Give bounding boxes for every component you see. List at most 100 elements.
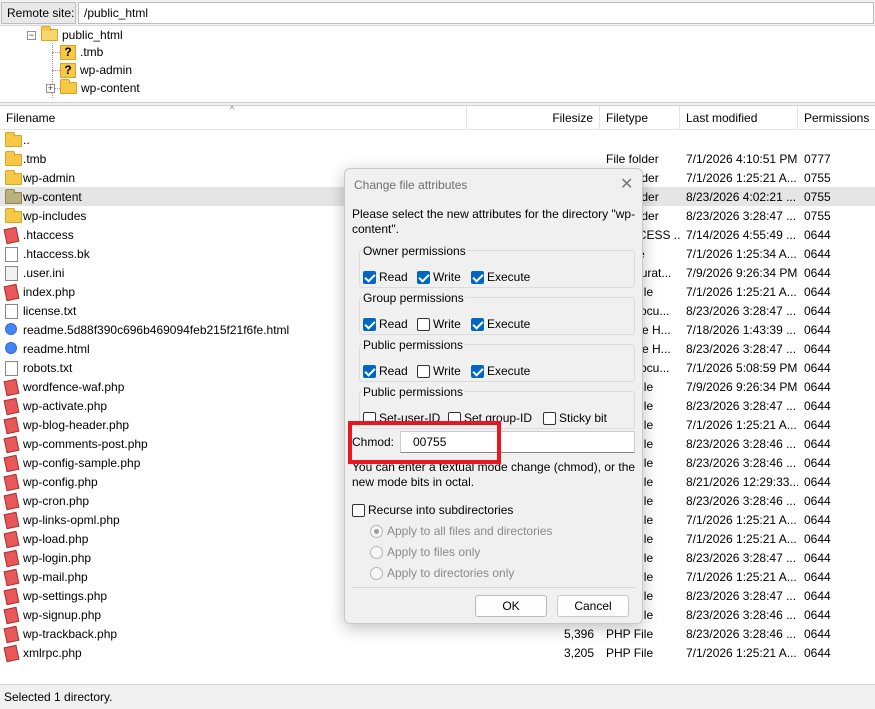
file-modified: 8/23/2026 3:28:46 ... [686,494,797,508]
close-icon[interactable]: ✕ [620,174,633,194]
recurse-label: Recurse into subdirectories [368,503,514,517]
tree-item-public-html[interactable]: − public_html [27,26,123,44]
owner-execute-checkbox[interactable]: Execute [471,270,530,284]
chmod-highlight-box [348,421,501,464]
file-size: 3,205 [563,646,594,660]
column-last-modified[interactable]: Last modified [680,106,798,130]
radio-icon [370,566,383,580]
radio-icon [370,545,383,559]
group-execute-checkbox[interactable]: Execute [471,317,530,331]
ok-button[interactable]: OK [475,595,547,617]
tree-connector [52,52,60,53]
file-permissions: 0644 [804,646,831,660]
public-permissions-group: Public permissions Read Write Execute [359,338,635,382]
group-label: Owner permissions [362,244,467,258]
group-label: Public permissions [362,338,465,352]
file-modified: 7/1/2026 1:25:21 A... [686,285,797,299]
checkbox-label: Write [433,364,461,378]
sticky-bit-checkbox[interactable]: Sticky bit [543,411,607,425]
file-modified: 7/1/2026 1:25:34 A... [686,247,797,261]
file-permissions: 0644 [804,342,831,356]
group-label: Public permissions [362,385,465,399]
public-read-checkbox[interactable]: Read [363,364,408,378]
owner-read-checkbox[interactable]: Read [363,270,408,284]
checkbox-unchecked-icon [417,317,430,331]
file-row[interactable]: .tmb File folder 7/1/2026 4:10:51 PM 0777 [0,149,875,168]
file-modified: 8/23/2026 3:28:47 ... [686,551,797,565]
file-modified: 7/1/2026 1:25:21 A... [686,570,797,584]
checkbox-label: Write [433,317,461,331]
file-permissions: 0644 [804,570,831,584]
tree-item-label: wp-content [81,81,140,95]
file-permissions: 0644 [804,228,831,242]
tree-item-wp-admin[interactable]: ? wp-admin [60,61,132,79]
checkbox-checked-icon [363,270,376,284]
apply-directories-radio[interactable]: Apply to directories only [370,566,514,580]
file-modified: 7/1/2026 4:10:51 PM [686,152,798,166]
file-modified: 7/1/2026 1:25:21 A... [686,418,797,432]
directory-tree: − public_html ? .tmb ? wp-admin + wp-con… [0,26,875,102]
html-file-icon [5,342,17,357]
checkbox-label: Read [379,364,408,378]
file-modified: 8/23/2026 3:28:47 ... [686,399,797,413]
group-read-checkbox[interactable]: Read [363,317,408,331]
tree-item-tmb[interactable]: ? .tmb [60,43,103,61]
file-permissions: 0755 [804,209,831,223]
folder-icon [5,132,22,150]
unknown-folder-icon: ? [60,62,76,78]
checkbox-label: Read [379,270,408,284]
dialog-description: Please select the new attributes for the… [352,207,636,236]
radio-label: Apply to files only [387,545,481,559]
public-execute-checkbox[interactable]: Execute [471,364,530,378]
remote-path-input[interactable]: /public_html [78,2,874,24]
checkbox-checked-icon [471,270,484,284]
column-filetype[interactable]: Filetype [600,106,680,130]
file-permissions: 0644 [804,456,831,470]
file-name: .. [23,133,30,147]
column-permissions[interactable]: Permissions [798,106,875,130]
change-file-attributes-dialog: Change file attributes ✕ Please select t… [344,168,643,624]
file-size: 5,396 [563,627,594,641]
file-permissions: 0644 [804,361,831,375]
radio-label: Apply to directories only [387,566,515,580]
public-write-checkbox[interactable]: Write [417,364,461,378]
file-modified: 8/23/2026 4:02:21 ... [686,190,797,204]
file-modified: 7/9/2026 9:26:34 PM [686,380,798,394]
file-name: .tmb [23,152,47,166]
file-row[interactable]: .. [0,130,875,149]
owner-write-checkbox[interactable]: Write [417,270,461,284]
file-modified: 8/23/2026 3:28:47 ... [686,304,797,318]
checkbox-checked-icon [471,317,484,331]
checkbox-label: Read [379,317,408,331]
folder-icon [5,189,22,207]
checkbox-label: Write [433,270,461,284]
radio-label: Apply to all files and directories [387,524,553,538]
checkbox-checked-icon [363,317,376,331]
radio-selected-icon [370,524,383,538]
remote-site-label: Remote site: [1,2,76,24]
folder-open-icon [41,26,58,41]
collapse-icon[interactable]: − [27,30,36,40]
column-filesize[interactable]: Filesize [467,106,600,130]
file-modified: 8/21/2026 12:29:33... [686,475,798,489]
file-permissions: 0644 [804,627,831,641]
tree-item-label: public_html [62,28,123,42]
apply-all-radio[interactable]: Apply to all files and directories [370,524,552,538]
tree-item-wp-content[interactable]: + wp-content [46,79,140,97]
cancel-button[interactable]: Cancel [557,595,629,617]
file-modified: 7/9/2026 9:26:34 PM [686,266,798,280]
file-row[interactable]: xmlrpc.php 3,205 PHP File 7/1/2026 1:25:21 … [0,643,875,664]
file-modified: 8/23/2026 3:28:46 ... [686,627,797,641]
file-list-header: ^ Filename Filesize Filetype Last modifi… [0,104,875,130]
checkbox-label: Execute [487,317,531,331]
php-file-icon [3,644,20,664]
group-write-checkbox[interactable]: Write [417,317,461,331]
recurse-checkbox[interactable]: Recurse into subdirectories [352,503,513,517]
file-permissions: 0644 [804,247,831,261]
column-filename[interactable]: Filename [0,106,467,130]
file-row[interactable]: wp-trackback.php 5,396 PHP File 8/23/2026 3… [0,624,875,644]
expand-icon[interactable]: + [46,83,55,93]
checkbox-checked-icon [471,364,484,378]
group-label: Group permissions [362,291,465,305]
apply-files-radio[interactable]: Apply to files only [370,545,480,559]
